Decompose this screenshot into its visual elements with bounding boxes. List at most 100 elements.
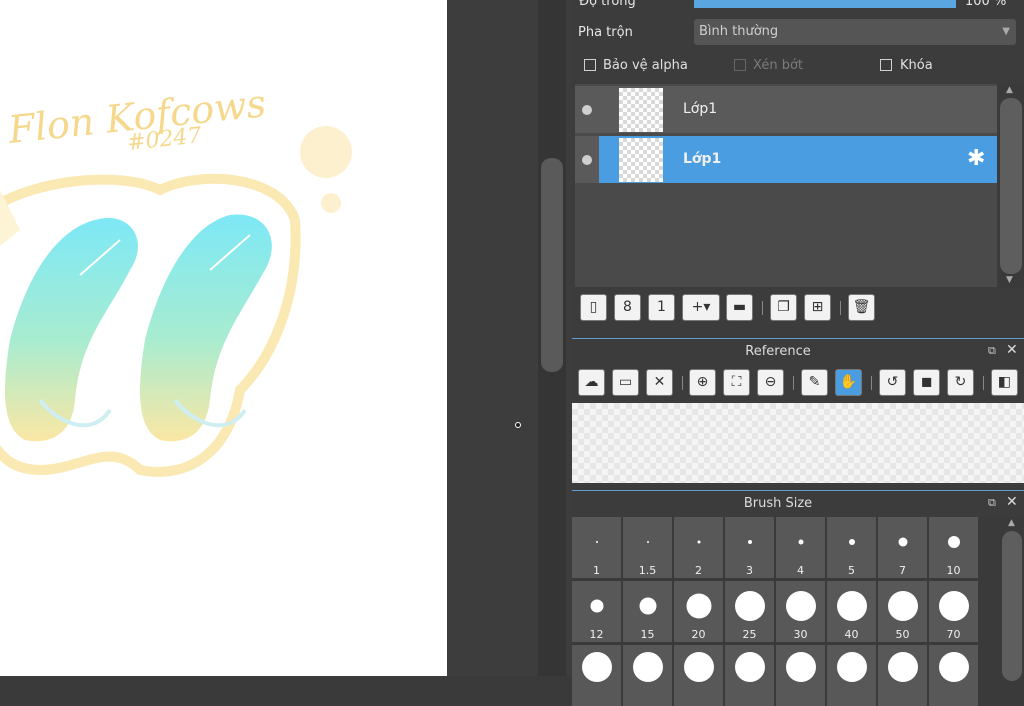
close-icon[interactable]: ✕ [1006, 342, 1018, 358]
brush-dot [581, 652, 612, 682]
brush-size-cell[interactable]: 3 [725, 517, 774, 578]
brush-size-label: 2 [695, 564, 702, 577]
clipping-checkbox[interactable] [734, 59, 746, 71]
opacity-value: 100 % [965, 0, 1007, 9]
brush-size-cell[interactable]: 25 [725, 581, 774, 642]
reference-canvas[interactable] [572, 403, 1024, 483]
scroll-down-icon[interactable]: ▼ [1006, 275, 1013, 285]
zoom-out-icon[interactable]: ⊖ [757, 369, 784, 396]
canvas-scrollbar-thumb[interactable] [541, 158, 563, 372]
layer-scrollbar-thumb[interactable] [1000, 98, 1022, 274]
brush-size-label: 50 [895, 628, 910, 641]
brush-size-cell[interactable]: 30 [776, 581, 825, 642]
opacity-label: Độ trong [579, 0, 636, 9]
brush-size-label: 70 [946, 628, 961, 641]
layer-thumbnail [619, 88, 663, 132]
brush-dot [938, 591, 969, 621]
layer-name: Lớp1 [683, 101, 718, 117]
flip-icon[interactable]: ◧ [991, 369, 1018, 396]
drawing-canvas[interactable]: Flon Kofcows #0247 [0, 0, 447, 676]
close-icon[interactable]: ✕ [1006, 494, 1018, 510]
brush-scrollbar-thumb[interactable] [1002, 531, 1022, 681]
merge-down-icon[interactable]: ⊞ [804, 294, 831, 321]
layer-row[interactable]: Lớp1 [575, 86, 997, 133]
visibility-icon[interactable] [582, 155, 592, 165]
duplicate-layer-icon[interactable]: ❐ [770, 294, 797, 321]
brush-size-cell[interactable]: 7 [878, 517, 927, 578]
brush-dot [836, 591, 867, 621]
brush-size-label: 40 [844, 628, 859, 641]
visibility-icon[interactable] [582, 105, 592, 115]
brush-size-cell[interactable]: 4 [776, 517, 825, 578]
new-8bit-layer-icon[interactable]: 8 [614, 294, 641, 321]
brush-dot [683, 652, 714, 682]
brush-size-cell[interactable]: 15 [623, 581, 672, 642]
brush-dot [646, 541, 649, 543]
lock-checkbox[interactable] [880, 59, 892, 71]
layer-row-selected[interactable]: Lớp1 ✱ [575, 136, 997, 183]
popout-icon[interactable]: ⧉ [988, 344, 996, 358]
opacity-slider[interactable] [694, 0, 956, 8]
rotate-right-icon[interactable]: ↻ [947, 369, 974, 396]
brush-size-panel-header: Brush Size ⧉ ✕ [572, 490, 1024, 516]
brush-size-label: 10 [946, 564, 961, 577]
eyedropper-icon[interactable]: ✎ [801, 369, 828, 396]
brush-dot [848, 539, 855, 545]
hand-icon[interactable]: ✋ [835, 369, 862, 396]
new-layer-icon[interactable]: ▯ [580, 294, 607, 321]
brush-size-cell[interactable]: 10 [929, 517, 978, 578]
brush-size-cell[interactable]: 2 [674, 517, 723, 578]
new-1bit-layer-icon[interactable]: 1 [648, 294, 675, 321]
brush-size-cell[interactable]: 20 [674, 581, 723, 642]
delete-layer-icon[interactable]: 🗑 [848, 294, 875, 321]
rotate-left-icon[interactable]: ↺ [879, 369, 906, 396]
artwork: Flon Kofcows #0247 [0, 81, 352, 477]
lock-label: Khóa [900, 58, 933, 73]
blend-mode-select[interactable]: Bình thường ▼ [694, 19, 1016, 45]
brush-size-cell[interactable]: 5 [827, 517, 876, 578]
brush-dot [639, 597, 656, 615]
brush-size-cell[interactable]: 12 [572, 581, 621, 642]
brush-size-label: 7 [899, 564, 906, 577]
layer-thumbnail [619, 138, 663, 182]
brush-size-cell[interactable]: 40 [827, 581, 876, 642]
scroll-up-icon[interactable]: ▲ [1006, 85, 1013, 95]
close-icon[interactable]: ✕ [646, 369, 673, 396]
brush-size-cell[interactable]: 1 [572, 517, 621, 578]
fullscreen-icon[interactable]: ◼ [913, 369, 940, 396]
gear-icon[interactable]: ✱ [967, 146, 985, 171]
brush-size-cell[interactable]: 50 [878, 581, 927, 642]
open-folder-icon[interactable]: ▭ [612, 369, 639, 396]
brush-dot [898, 537, 907, 547]
protect-alpha-checkbox[interactable] [584, 59, 596, 71]
fit-screen-icon[interactable]: ⛶ [723, 369, 750, 396]
cursor-dot [515, 422, 521, 428]
brush-size-cell[interactable]: 1.5 [623, 517, 672, 578]
reference-panel-header: Reference ⧉ ✕ [572, 338, 1024, 364]
add-layer-menu-icon[interactable]: +▾ [682, 294, 720, 321]
clipping-label: Xén bớt [753, 58, 803, 73]
brush-dot [590, 599, 603, 613]
separator [840, 301, 841, 315]
separator [983, 376, 984, 390]
brush-size-label: 1 [593, 564, 600, 577]
brush-size-label: 4 [797, 564, 804, 577]
brush-size-label: 25 [742, 628, 757, 641]
brush-scrollbar[interactable]: ▲ [1000, 517, 1024, 681]
brush-size-label: 30 [793, 628, 808, 641]
brush-size-label: 20 [691, 628, 706, 641]
brush-size-label: 5 [848, 564, 855, 577]
separator [871, 376, 872, 390]
brush-dot [747, 540, 752, 544]
scroll-up-icon[interactable]: ▲ [1008, 518, 1015, 528]
layer-scrollbar[interactable]: ▲ ▼ [999, 84, 1024, 288]
brush-dot [697, 540, 700, 544]
brush-dot [734, 591, 765, 621]
new-folder-icon[interactable]: ▬ [726, 294, 753, 321]
layer-name: Lớp1 [683, 151, 722, 167]
brush-size-cell[interactable]: 70 [929, 581, 978, 642]
brush-dot [734, 652, 765, 682]
popout-icon[interactable]: ⧉ [988, 496, 996, 510]
zoom-in-icon[interactable]: ⊕ [689, 369, 716, 396]
upload-cloud-icon[interactable]: ☁ [578, 369, 605, 396]
